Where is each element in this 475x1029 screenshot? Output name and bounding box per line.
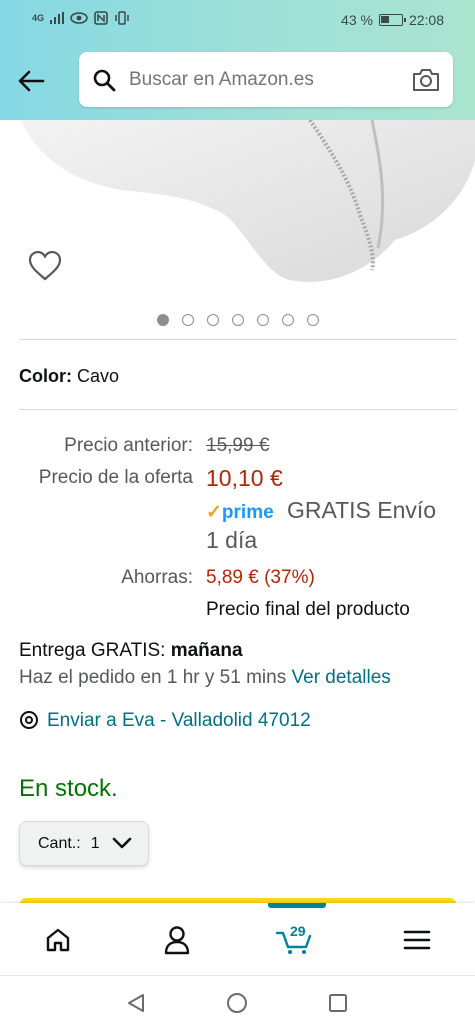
status-icons-left: 4G [32, 11, 130, 25]
nav-menu[interactable] [397, 923, 437, 957]
search-input[interactable] [129, 64, 399, 96]
delivery-prefix: Entrega GRATIS: [19, 640, 166, 661]
arrow-left-icon [18, 70, 45, 92]
order-countdown: Haz el pedido en 1 hr y 51 mins Ver deta… [19, 667, 391, 689]
prime-check-icon: ✓ [206, 502, 222, 523]
quantity-value: 1 [90, 834, 100, 852]
nfc-icon [94, 11, 108, 25]
quantity-label: Cant.: [38, 834, 81, 852]
free-shipping-text: GRATIS Envío [286, 497, 437, 523]
search-bar[interactable] [79, 52, 453, 107]
status-bar: 4G 43 % 22:08 [0, 0, 475, 40]
location-pin-icon [20, 711, 38, 729]
see-details-link[interactable]: Ver detalles [292, 667, 391, 688]
prime-badge: ✓prime GRATIS Envío [206, 497, 436, 524]
stock-status: En stock. [19, 775, 118, 802]
deal-price-label: Precio de la oferta [38, 467, 193, 488]
gallery-dot[interactable] [181, 314, 194, 326]
previous-price: 15,99 € [206, 435, 270, 456]
system-home-icon[interactable] [226, 992, 248, 1014]
divider [19, 409, 457, 410]
delivery-day: mañana [170, 640, 243, 661]
system-recents-icon[interactable] [327, 992, 349, 1014]
gallery-dot[interactable] [306, 314, 319, 326]
back-button[interactable] [14, 64, 48, 98]
product-image-gallery[interactable] [0, 120, 475, 335]
chevron-down-icon [112, 837, 132, 849]
app-header: 4G 43 % 22:08 [0, 0, 475, 120]
color-label: Color: [19, 366, 72, 386]
ship-to-link[interactable]: Enviar a Eva - Valladolid 47012 [19, 710, 311, 732]
gallery-dot[interactable] [156, 314, 169, 326]
battery-icon [378, 14, 406, 26]
final-price-note: Precio final del producto [206, 599, 410, 620]
hamburger-menu-icon [403, 930, 431, 950]
cart-count-badge: 29 [290, 923, 306, 939]
bottom-navigation: 29 [0, 903, 475, 975]
active-tab-indicator [268, 903, 326, 908]
savings-label: Ahorras: [121, 567, 193, 588]
system-back-icon[interactable] [125, 992, 147, 1014]
status-icons-right: 43 % 22:08 [341, 12, 444, 28]
gallery-dot[interactable] [281, 314, 294, 326]
wishlist-heart-icon[interactable] [28, 251, 62, 281]
divider [19, 339, 457, 340]
savings-value: 5,89 € (37%) [206, 567, 315, 588]
network-label: 4G [32, 13, 45, 23]
nav-home[interactable] [38, 923, 78, 957]
vibrate-icon [115, 11, 129, 25]
order-text: Haz el pedido en 1 hr y 51 mins [19, 667, 287, 688]
camera-icon[interactable] [411, 67, 441, 93]
prime-label: prime [221, 502, 274, 523]
clock: 22:08 [408, 12, 444, 28]
color-value: Cavo [77, 366, 120, 386]
ship-to-text: Enviar a Eva - Valladolid 47012 [47, 710, 311, 731]
nav-account[interactable] [157, 923, 197, 957]
user-icon [164, 926, 190, 955]
previous-price-label: Precio anterior: [64, 435, 193, 456]
color-selection: Color: Cavo [19, 366, 119, 387]
signal-icon [50, 12, 65, 24]
system-navigation [0, 975, 475, 1029]
delivery-info: Entrega GRATIS: mañana [19, 640, 243, 662]
search-icon[interactable] [92, 68, 116, 92]
gallery-pagination [0, 314, 475, 326]
eye-icon [70, 12, 88, 24]
quantity-dropdown[interactable]: Cant.: 1 [19, 821, 149, 866]
deal-price: 10,10 € [206, 465, 283, 491]
gallery-dot[interactable] [256, 314, 269, 326]
gallery-dot[interactable] [231, 314, 244, 326]
product-image[interactable] [0, 120, 475, 310]
gallery-dot[interactable] [206, 314, 219, 326]
battery-percent: 43 % [341, 12, 373, 28]
free-shipping-days: 1 día [206, 527, 258, 553]
home-icon [46, 928, 70, 952]
product-screen: 4G 43 % 22:08 Buscar en Amazon.es Color:… [0, 0, 475, 1029]
